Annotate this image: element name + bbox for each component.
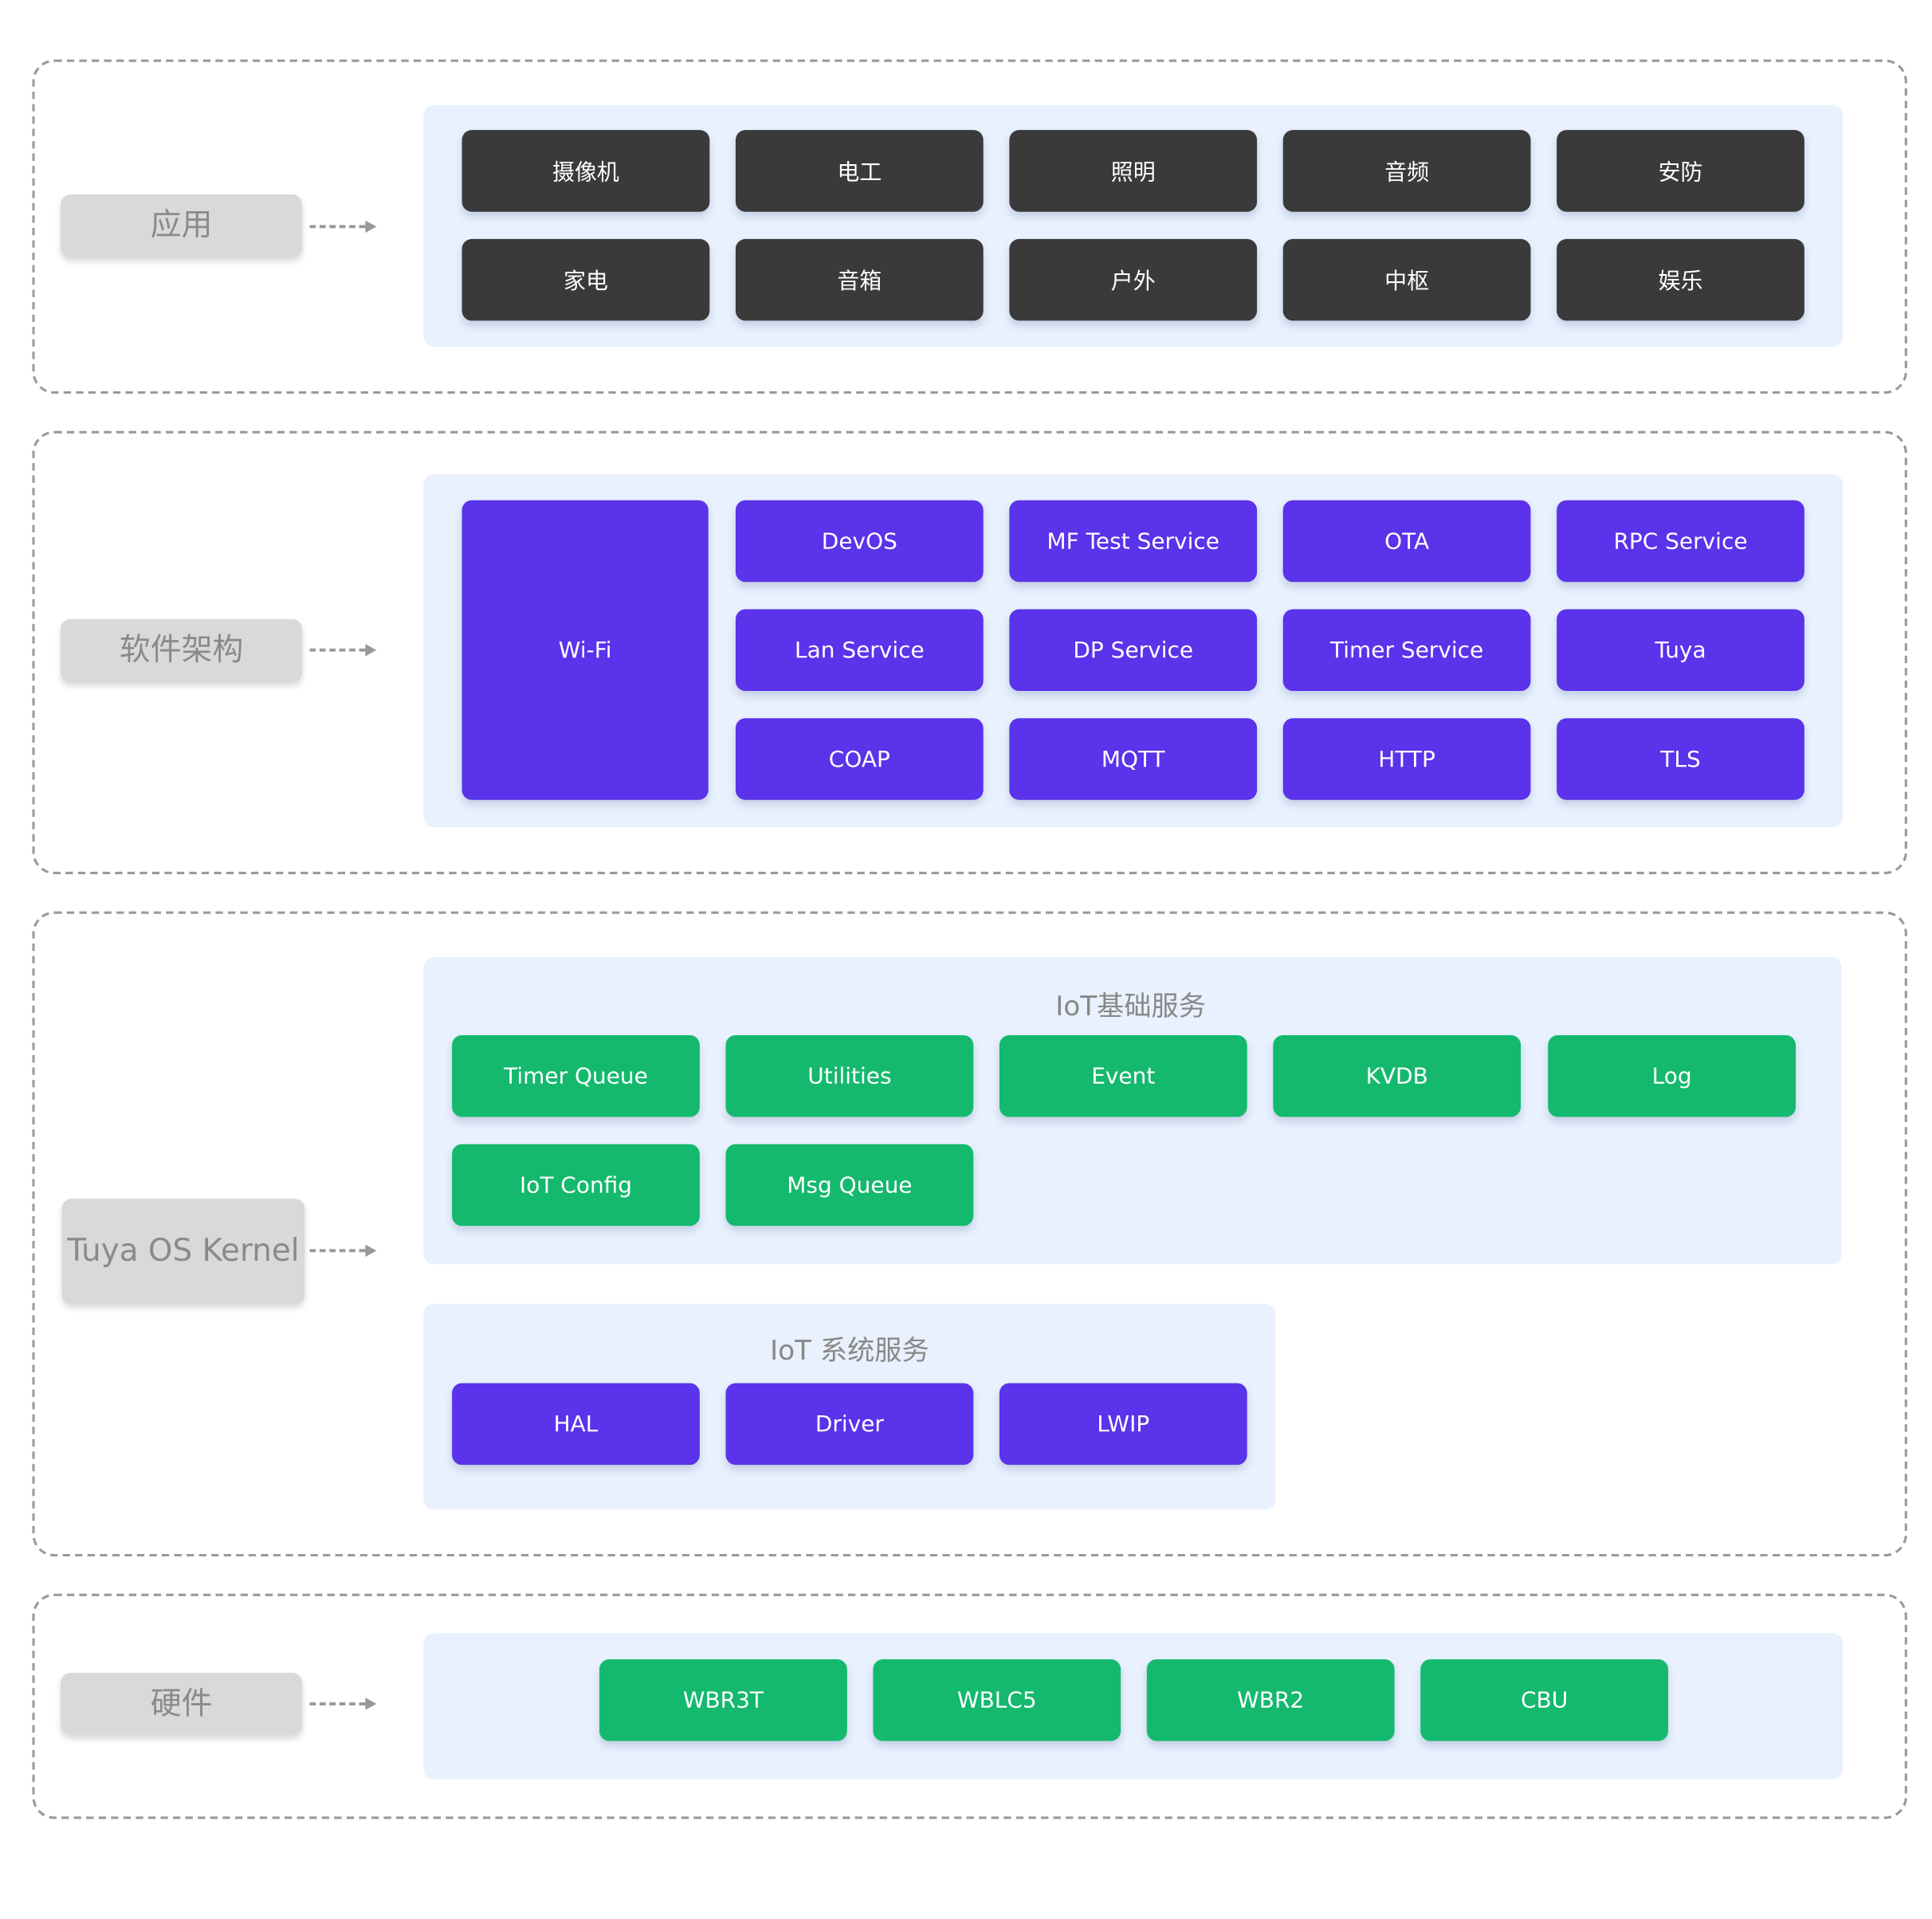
basic-service-item: IoT Config [452, 1144, 700, 1226]
app-item: 娱乐 [1557, 238, 1804, 321]
basic-service-item: Event [999, 1034, 1247, 1117]
hardware-item: CBU [1420, 1659, 1668, 1741]
system-service-item: Driver [725, 1383, 974, 1466]
basic-service-item: Utilities [725, 1034, 974, 1117]
app-item: 音箱 [735, 238, 984, 321]
basic-service-item: Timer Queue [452, 1034, 700, 1117]
app-item: 家电 [461, 238, 710, 321]
app-item: 户外 [1009, 238, 1258, 321]
app-item: 照明 [1009, 130, 1258, 212]
arrow-icon [309, 1697, 377, 1710]
system-service-item: HAL [452, 1383, 700, 1466]
architecture-diagram: 应用 软件架构 Wi-Fi Tuya OS Kernel IoT基础服务 IoT… [0, 0, 1932, 1919]
iot-system-services-title: IoT 系统服务 [770, 1336, 929, 1368]
app-item: 摄像机 [461, 130, 710, 212]
hardware-item: WBR2 [1146, 1659, 1395, 1741]
software-item: Timer Service [1282, 609, 1531, 692]
hardware-item: WBLC5 [873, 1659, 1121, 1741]
iot-basic-services-title: IoT基础服务 [1055, 991, 1206, 1023]
app-layer-label: 应用 [61, 194, 303, 258]
app-item: 电工 [735, 130, 984, 212]
app-item: 中枢 [1282, 238, 1531, 321]
software-layer-label: 软件架构 [61, 618, 303, 683]
software-item: TLS [1557, 718, 1804, 800]
arrow-icon [309, 643, 377, 657]
software-item: MF Test Service [1009, 500, 1258, 583]
basic-service-item: Msg Queue [725, 1144, 974, 1226]
app-item: 音频 [1282, 130, 1531, 212]
basic-service-item: KVDB [1273, 1034, 1522, 1117]
arrow-icon [309, 220, 377, 233]
arrow-icon [309, 1244, 377, 1258]
software-item: MQTT [1009, 718, 1258, 800]
hardware-layer-label: 硬件 [61, 1673, 303, 1735]
software-item: OTA [1282, 500, 1531, 583]
software-item: Lan Service [735, 609, 984, 692]
wifi-block: Wi-Fi [461, 500, 709, 800]
software-item: HTTP [1282, 718, 1531, 800]
system-service-item: LWIP [999, 1383, 1247, 1466]
software-item: COAP [735, 718, 984, 800]
hardware-item: WBR3T [599, 1659, 847, 1741]
software-item: DP Service [1009, 609, 1258, 692]
basic-service-item: Log [1548, 1034, 1797, 1117]
software-item: Tuya [1557, 609, 1804, 692]
kernel-layer-label: Tuya OS Kernel [61, 1199, 305, 1305]
app-item: 安防 [1557, 130, 1804, 212]
software-item: RPC Service [1557, 500, 1804, 583]
software-item: DevOS [735, 500, 984, 583]
